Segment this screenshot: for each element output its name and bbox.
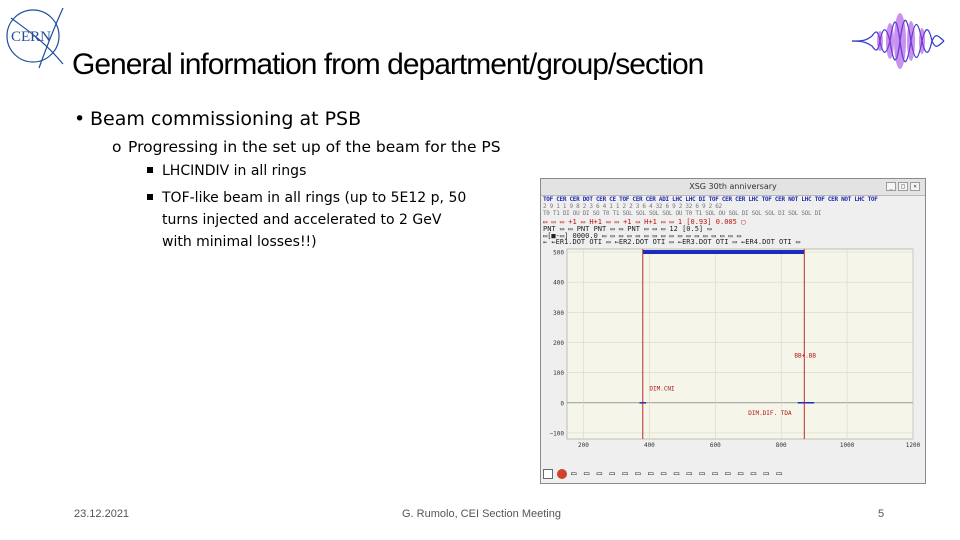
wave-packet-logo — [851, 13, 945, 69]
footer-center-text: G. Rumolo, CEI Section Meeting — [402, 508, 561, 520]
y-tick-label: 200 — [553, 340, 564, 347]
plot-area — [566, 248, 914, 440]
bullet-text: Progressing in the set up of the beam fo… — [128, 138, 501, 156]
bullet-text: Beam commissioning at PSB — [90, 108, 362, 130]
y-tick-label: 400 — [553, 280, 564, 287]
footer-date: 23.12.2021 — [74, 508, 130, 520]
x-tick-label: 400 — [644, 442, 655, 449]
bullet-level3: TOF-like beam in all rings (up to 5E12 p… — [147, 187, 507, 253]
cycle-grid-row: 2 9 1 1 9 8 2 3 6 4 1 1 2 2 3 6 4 32 6 9… — [543, 203, 722, 210]
cycle-grid-row: T0 T1 DI OU DI SO T0 T1 SOL SOL SOL SOL … — [543, 210, 822, 217]
y-tick-label: 300 — [553, 310, 564, 317]
slide-title: General information from department/grou… — [72, 48, 704, 81]
y-tick-label: 500 — [553, 250, 564, 257]
window-title: XSG 30th anniversary — [541, 179, 925, 196]
bullet-level3: LHCINDIV in all rings — [147, 163, 306, 179]
beam-band — [642, 250, 805, 255]
y-tick-label: 100 — [553, 370, 564, 377]
bullet-text: LHCINDIV in all rings — [162, 163, 307, 179]
toolbar-buttons[interactable]: ▭ ▭ ▭ ▭ ▭ ▭ ▭ ▭ ▭ ▭ ▭ ▭ ▭ ▭ ▭ ▭ ▭ — [571, 469, 783, 479]
y-tick-label: −100 — [550, 430, 565, 437]
x-tick-label: 1000 — [840, 442, 855, 449]
bottom-toolbar: ▭ ▭ ▭ ▭ ▭ ▭ ▭ ▭ ▭ ▭ ▭ ▭ ▭ ▭ ▭ ▭ ▭ — [543, 467, 923, 481]
x-tick-label: 800 — [776, 442, 787, 449]
bullet-marker: • — [74, 108, 86, 130]
bullet-text-line: with minimal losses!!) — [162, 234, 317, 250]
embedded-app-window: XSG 30th anniversary _ □ × TOF CER CER D… — [540, 178, 926, 484]
annotation-label: BB+.BB — [794, 353, 816, 360]
maximize-button[interactable]: □ — [898, 182, 908, 191]
record-icon[interactable] — [557, 468, 567, 479]
oscilloscope-plot: 5004003002001000−100200 400 600 800 1000 1200… — [550, 248, 921, 449]
annotation-label: DIM.DIF. TDA — [748, 410, 792, 417]
x-tick-label: 200 — [578, 442, 589, 449]
page-number: 5 — [878, 508, 885, 520]
checkbox[interactable] — [543, 468, 553, 479]
annotation-label: DIM.CNI — [649, 386, 675, 393]
cern-logo: CERN — [6, 7, 64, 69]
bullet-text-line: TOF-like beam in all rings (up to 5E12 p… — [162, 190, 467, 206]
cycle-grid-row: TOF CER CER DOT CER CE TOF CER CER ADI L… — [543, 196, 878, 203]
x-tick-label: 1200 — [906, 442, 921, 449]
minimize-button[interactable]: _ — [886, 182, 896, 191]
bullet-marker: o — [112, 138, 122, 156]
square-bullet-icon — [147, 167, 153, 173]
square-bullet-icon — [147, 194, 153, 200]
bullet-level2: o Progressing in the set up of the beam f… — [112, 138, 501, 156]
cern-logo-text: CERN — [11, 29, 51, 45]
y-tick-label: 0 — [560, 400, 564, 407]
close-button[interactable]: × — [910, 182, 920, 191]
bullet-text-line: turns injected and accelerated to 2 GeV — [162, 212, 442, 228]
bullet-level1: • Beam commissioning at PSB — [74, 108, 361, 130]
x-tick-label: 600 — [710, 442, 721, 449]
